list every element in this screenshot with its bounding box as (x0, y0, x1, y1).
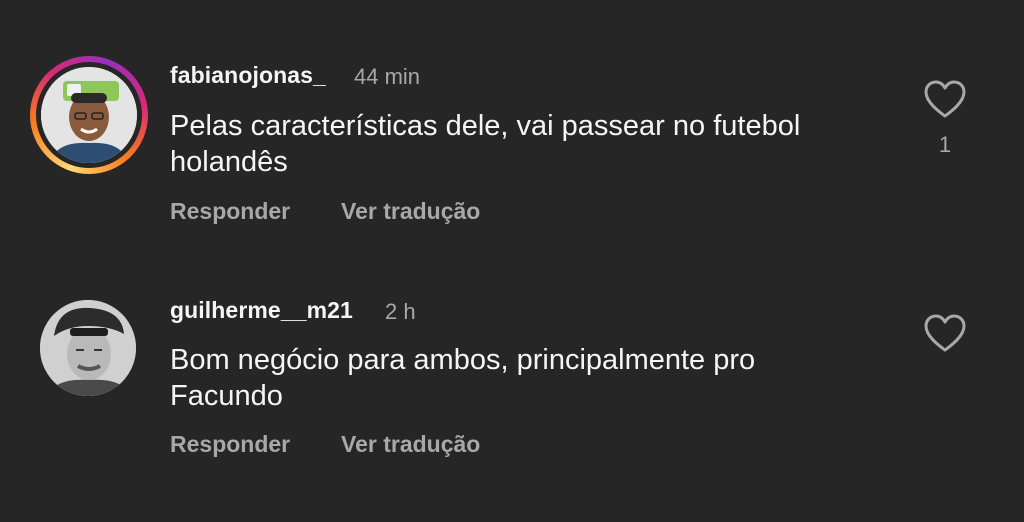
heart-outline-icon (924, 314, 966, 352)
reply-button[interactable]: Responder (170, 431, 290, 458)
comment-text-line: holandês (170, 146, 288, 178)
avatar[interactable] (40, 300, 136, 396)
like-button[interactable] (922, 312, 968, 354)
heart-outline-icon (924, 80, 966, 118)
comment-username[interactable]: guilherme__m21 (170, 297, 353, 324)
like-count: 1 (938, 132, 952, 157)
comment-timestamp: 2 h (385, 299, 416, 324)
avatar-photo (40, 300, 136, 396)
comment-item: guilherme__m21 2 h Bom negócio para ambo… (0, 260, 1024, 522)
avatar[interactable] (41, 67, 137, 163)
comment-text: Pelas características dele, vai passear … (170, 108, 890, 180)
like-button[interactable] (922, 78, 968, 120)
comment-item: fabianojonas_ 44 min Pelas característic… (0, 0, 1024, 260)
reply-button[interactable]: Responder (170, 198, 290, 225)
avatar-photo (41, 67, 137, 163)
see-translation-button[interactable]: Ver tradução (341, 431, 480, 458)
comment-timestamp: 44 min (354, 64, 421, 89)
comment-text: Bom negócio para ambos, principalmente p… (170, 342, 890, 414)
comment-text-line: Facundo (170, 380, 283, 412)
comment-username[interactable]: fabianojonas_ (170, 62, 326, 89)
see-translation-button[interactable]: Ver tradução (341, 198, 480, 225)
comment-text-line: Pelas características dele, vai passear … (170, 110, 801, 142)
comment-text-line: Bom negócio para ambos, principalmente p… (170, 344, 756, 376)
